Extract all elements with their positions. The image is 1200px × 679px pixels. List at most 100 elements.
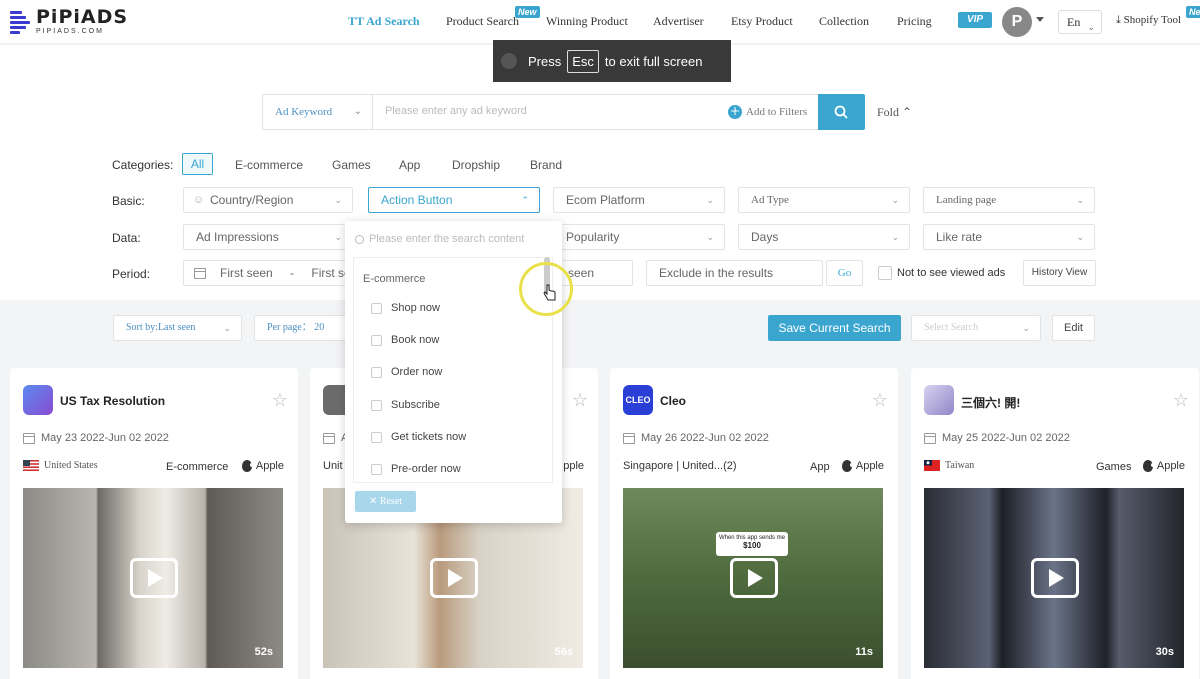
hand-cursor-icon — [543, 284, 556, 301]
action-button-select[interactable]: Action Button ⌃ — [368, 187, 540, 213]
play-icon[interactable] — [430, 558, 478, 598]
landing-page-select[interactable]: Landing page ⌄ — [923, 187, 1095, 213]
play-icon[interactable] — [130, 558, 178, 598]
ad-card[interactable]: CLEO Cleo ☆ May 26 2022-Jun 02 2022 Sing… — [610, 368, 898, 679]
add-to-filters-button[interactable]: + Add to Filters — [728, 105, 807, 119]
card-title: US Tax Resolution — [60, 394, 166, 408]
popularity-select[interactable]: Popularity ⌄ — [553, 224, 725, 250]
video-duration: 30s — [1155, 646, 1174, 658]
select-search-select[interactable]: Select Search ⌄ — [911, 315, 1041, 341]
period-start: First seen — [220, 266, 273, 280]
category-ecommerce[interactable]: E-commerce — [235, 158, 303, 172]
dropdown-reset-button[interactable]: ✕ Reset — [355, 491, 416, 512]
video-thumbnail[interactable]: 30s — [924, 488, 1184, 668]
go-button[interactable]: Go — [826, 260, 863, 286]
nav-winning-product[interactable]: Winning Product — [546, 14, 628, 29]
search-icon — [834, 105, 848, 119]
exclude-results-input[interactable]: Exclude in the results — [646, 260, 823, 286]
like-rate-select[interactable]: Like rate ⌄ — [923, 224, 1095, 250]
card-region-text: Taiwan — [945, 460, 975, 471]
exclude-results-label: Exclude in the results — [659, 266, 774, 280]
add-to-filters-label: Add to Filters — [746, 106, 808, 118]
ad-card[interactable]: US Tax Resolution ☆ May 23 2022-Jun 02 2… — [10, 368, 298, 679]
category-app[interactable]: App — [399, 158, 420, 172]
category-all[interactable]: All — [182, 153, 213, 175]
dropdown-search-input[interactable]: Please enter the search content — [355, 233, 524, 245]
nav-collection[interactable]: Collection — [819, 14, 869, 29]
shopify-tool-link[interactable]: ⤓ Shopify Tool — [1116, 14, 1181, 27]
sort-by-select[interactable]: Sort by:Last seen ⌄ — [113, 315, 242, 341]
play-icon[interactable] — [1031, 558, 1079, 598]
nav-product-search[interactable]: Product Search — [446, 14, 519, 29]
logo-text: PiPiADS — [36, 6, 129, 28]
checkbox[interactable] — [371, 399, 382, 411]
video-duration: 52s — [254, 646, 273, 658]
days-select[interactable]: Days ⌄ — [738, 224, 910, 250]
calendar-icon — [623, 432, 635, 444]
thumb-price: $100 — [743, 541, 761, 550]
nav-pricing[interactable]: Pricing — [897, 14, 932, 29]
dropdown-item-shop-now[interactable]: Shop now — [371, 302, 440, 314]
card-category: Games — [1096, 461, 1132, 473]
search-type-select[interactable]: Ad Keyword ⌄ — [263, 95, 373, 129]
category-games[interactable]: Games — [332, 158, 371, 172]
star-icon[interactable]: ☆ — [572, 390, 588, 411]
dropdown-item-book-now[interactable]: Book now — [371, 334, 439, 346]
avatar[interactable]: P — [1002, 7, 1032, 37]
top-header: PiPiADS PIPIADS.COM TT Ad Search Product… — [0, 0, 1200, 44]
vip-badge[interactable]: VIP — [958, 12, 992, 28]
per-page-select[interactable]: Per page： 20 — [254, 315, 354, 341]
checkbox[interactable] — [371, 334, 382, 346]
video-duration: 56s — [554, 646, 573, 658]
dropdown-item-get-tickets[interactable]: Get tickets now — [371, 431, 466, 443]
save-current-search-button[interactable]: Save Current Search — [768, 315, 901, 341]
keyword-input[interactable]: Please enter any ad keyword — [385, 105, 527, 117]
checkbox[interactable] — [371, 463, 382, 475]
search-bar: Ad Keyword ⌄ Please enter any ad keyword… — [262, 94, 865, 130]
star-icon[interactable]: ☆ — [272, 390, 288, 411]
star-icon[interactable]: ☆ — [872, 390, 888, 411]
dropdown-item-pre-order[interactable]: Pre-order now — [371, 463, 461, 475]
dropdown-item-subscribe[interactable]: Subscribe — [371, 399, 440, 411]
avatar-caret-icon[interactable] — [1036, 17, 1044, 22]
video-duration: 11s — [855, 646, 873, 658]
period-range-input[interactable]: First seen - First se — [183, 260, 353, 286]
video-thumbnail[interactable]: 52s — [23, 488, 283, 668]
nav-etsy-product[interactable]: Etsy Product — [731, 14, 793, 29]
plus-icon: + — [728, 104, 742, 119]
chevron-up-icon: ⌃ — [521, 195, 529, 205]
logo-icon — [10, 9, 32, 35]
checkbox[interactable] — [371, 431, 382, 443]
not-viewed-checkbox[interactable] — [878, 266, 892, 280]
card-date: May 26 2022-Jun 02 2022 — [623, 432, 769, 444]
chevron-down-icon: ⌄ — [1076, 195, 1084, 205]
category-dropship[interactable]: Dropship — [452, 158, 500, 172]
new-badge: New — [515, 6, 540, 18]
ecom-platform-select[interactable]: Ecom Platform ⌄ — [553, 187, 725, 213]
nav-tt-ad-search[interactable]: TT Ad Search — [348, 14, 420, 29]
chevron-down-icon: ⌄ — [1022, 323, 1030, 333]
ad-card[interactable]: 三個六! 開! ☆ May 25 2022-Jun 02 2022 Taiwan… — [911, 368, 1199, 679]
checkbox[interactable] — [371, 302, 382, 314]
country-region-select[interactable]: ☺ Country/Region ⌄ — [183, 187, 353, 213]
search-button[interactable] — [818, 94, 865, 130]
card-platform-text: pple — [563, 460, 584, 472]
ad-impressions-select[interactable]: Ad Impressions ⌄ — [183, 224, 353, 250]
pipiads-logo[interactable]: PiPiADS PIPIADS.COM — [10, 8, 128, 36]
history-view-button[interactable]: History View — [1023, 260, 1096, 286]
star-icon[interactable]: ☆ — [1173, 390, 1189, 411]
fold-toggle[interactable]: Fold ⌃ — [877, 105, 912, 120]
nav-advertiser[interactable]: Advertiser — [653, 14, 704, 29]
card-date-text: May 25 2022-Jun 02 2022 — [942, 432, 1070, 444]
logo-domain: PIPIADS.COM — [36, 28, 104, 35]
dropdown-item-order-now[interactable]: Order now — [371, 366, 442, 378]
category-brand[interactable]: Brand — [530, 158, 562, 172]
chevron-down-icon: ⌄ — [223, 323, 231, 333]
edit-button[interactable]: Edit — [1052, 315, 1095, 341]
video-thumbnail[interactable]: When this app sends me $100 11s — [623, 488, 883, 668]
chevron-down-icon: ⌄ — [334, 195, 342, 205]
ad-type-select[interactable]: Ad Type ⌄ — [738, 187, 910, 213]
checkbox[interactable] — [371, 366, 382, 378]
language-select[interactable]: En ⌄ — [1058, 10, 1102, 34]
play-icon[interactable] — [730, 558, 778, 598]
